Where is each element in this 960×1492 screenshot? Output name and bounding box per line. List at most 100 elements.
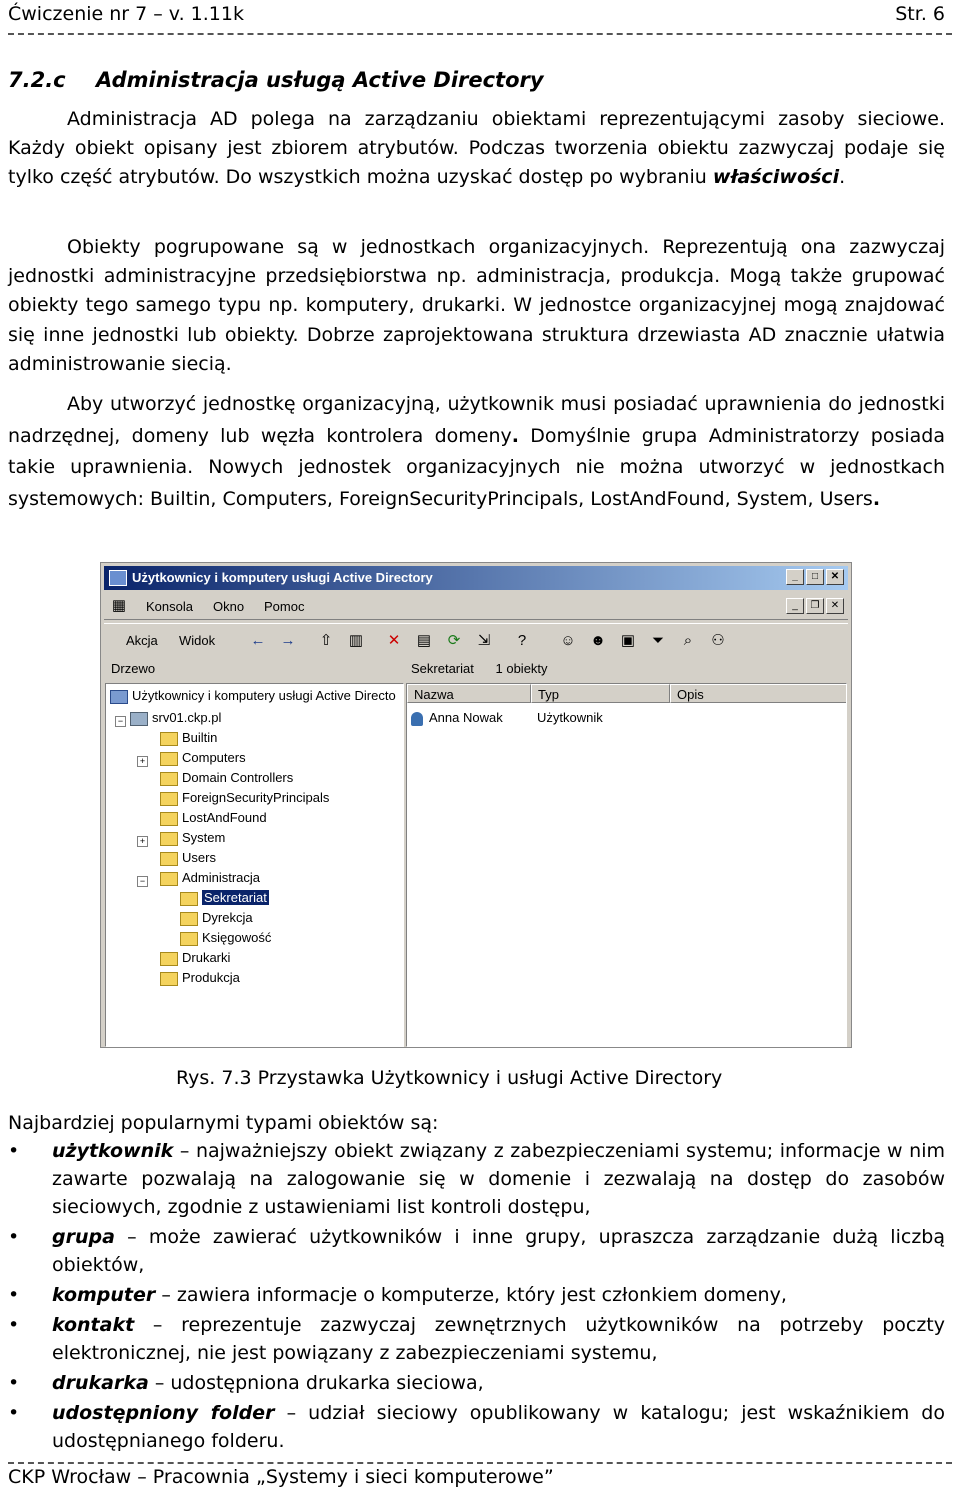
help-icon[interactable]: ? bbox=[513, 632, 531, 650]
add-to-group-icon[interactable]: ⚇ bbox=[709, 632, 727, 650]
ou-folder-icon bbox=[160, 971, 178, 986]
section-title: Administracja usługą Active Directory bbox=[96, 68, 544, 92]
child-minimize-icon[interactable]: _ bbox=[786, 598, 804, 614]
tree-domain[interactable]: srv01.ckp.pl bbox=[130, 710, 221, 728]
details-pane: Nazwa Typ Opis Anna Nowak Użytkownik bbox=[406, 683, 847, 1047]
ou-folder-icon bbox=[180, 891, 198, 906]
new-group-icon[interactable]: ☻ bbox=[589, 632, 607, 650]
expand-icon[interactable]: + bbox=[137, 836, 148, 847]
tree-item[interactable]: Drukarki bbox=[160, 950, 230, 968]
list-item: komputer – zawiera informacje o komputer… bbox=[8, 1281, 945, 1309]
column-header-type[interactable]: Typ bbox=[531, 684, 670, 703]
header-left: Ćwiczenie nr 7 – v. 1.11k bbox=[8, 3, 244, 25]
tree-item[interactable]: Users bbox=[160, 850, 216, 868]
tree-subitem-label: Księgowość bbox=[202, 930, 272, 945]
right-pane-header: Sekretariat 1 obiekty bbox=[411, 661, 548, 683]
collapse-icon[interactable]: − bbox=[137, 876, 148, 887]
menu-pomoc[interactable]: Pomoc bbox=[264, 599, 304, 614]
footer-divider bbox=[8, 1462, 952, 1464]
folder-icon bbox=[160, 791, 178, 806]
row-name: Anna Nowak bbox=[429, 710, 503, 725]
tree-item-label: LostAndFound bbox=[182, 810, 267, 825]
tree-root[interactable]: Użytkownicy i komputery usługi Active Di… bbox=[110, 688, 396, 706]
tree-item[interactable]: System bbox=[160, 830, 225, 848]
paragraph-1-bold: właściwości bbox=[712, 166, 840, 189]
folder-icon bbox=[160, 811, 178, 826]
expand-domain-icon[interactable]: − bbox=[115, 716, 126, 727]
menu-konsola[interactable]: Konsola bbox=[146, 599, 193, 614]
tree-item-label: Administracja bbox=[182, 870, 261, 885]
list-item-desc: – reprezentuje zazwyczaj zewnętrznych uż… bbox=[52, 1314, 945, 1364]
filter-icon[interactable]: ⏷ bbox=[649, 632, 667, 650]
export-icon[interactable]: ⇲ bbox=[475, 632, 493, 650]
right-pane-title: Sekretariat bbox=[411, 661, 474, 676]
tree-item[interactable]: Builtin bbox=[160, 730, 217, 748]
domain-icon bbox=[130, 711, 148, 726]
list-intro: Najbardziej popularnymi typami obiektów … bbox=[8, 1112, 439, 1134]
properties-icon[interactable]: ▤ bbox=[415, 632, 433, 650]
tree-item[interactable]: Administracja bbox=[160, 870, 260, 888]
ou-folder-icon bbox=[180, 911, 198, 926]
tree-tab[interactable]: Drzewo bbox=[111, 661, 155, 683]
tree-item-label: Produkcja bbox=[182, 970, 240, 985]
up-folder-icon[interactable]: ⇧ bbox=[317, 632, 335, 650]
paragraph-3-b-dot: . bbox=[872, 487, 881, 510]
list-item-desc: – najważniejszy obiekt związany z zabezp… bbox=[52, 1140, 945, 1218]
list-item-term: drukarka bbox=[52, 1372, 149, 1394]
folder-icon bbox=[160, 851, 178, 866]
tree-subitem-label: Dyrekcja bbox=[202, 910, 253, 925]
toolbar: Akcja Widok ← → ⇧ ▥ ✕ ▤ ⟳ ⇲ ? ☺ ☻ ▣ ⏷ ⌕ … bbox=[104, 623, 848, 660]
folder-icon bbox=[160, 751, 178, 766]
tree-item-label: Drukarki bbox=[182, 950, 231, 965]
tree-item-label: Users bbox=[182, 850, 216, 865]
list-item-term: komputer bbox=[52, 1284, 156, 1306]
tree-root-label: Użytkownicy i komputery usługi Active Di… bbox=[132, 688, 396, 703]
user-icon bbox=[411, 711, 423, 726]
column-header-name[interactable]: Nazwa bbox=[407, 684, 531, 703]
ou-folder-icon bbox=[160, 951, 178, 966]
new-user-icon[interactable]: ☺ bbox=[559, 632, 577, 650]
forward-icon[interactable]: → bbox=[279, 632, 297, 650]
list-item-desc: – zawiera informacje o komputerze, który… bbox=[155, 1284, 787, 1306]
tree-subitem-selected[interactable]: Sekretariat bbox=[180, 890, 269, 908]
list-item: kontakt – reprezentuje zazwyczaj zewnętr… bbox=[8, 1311, 945, 1367]
delete-icon[interactable]: ✕ bbox=[385, 632, 403, 650]
paragraph-3-a-dot: . bbox=[511, 424, 519, 447]
paragraph-3: Aby utworzyć jednostkę organizacyjną, uż… bbox=[8, 389, 945, 515]
tree-subitem[interactable]: Dyrekcja bbox=[180, 910, 253, 928]
new-ou-icon[interactable]: ▣ bbox=[619, 632, 637, 650]
tree-item[interactable]: Domain Controllers bbox=[160, 770, 293, 788]
back-icon[interactable]: ← bbox=[249, 632, 267, 650]
right-pane-count: 1 obiekty bbox=[495, 661, 548, 676]
ou-folder-icon bbox=[160, 871, 178, 886]
snapin-icon bbox=[110, 689, 128, 704]
page-number: Str. 6 bbox=[895, 3, 945, 25]
tree-subitem[interactable]: Księgowość bbox=[180, 930, 271, 948]
table-row[interactable]: Anna Nowak bbox=[411, 710, 503, 728]
tree-item[interactable]: LostAndFound bbox=[160, 810, 267, 828]
maximize-icon[interactable]: □ bbox=[806, 569, 824, 585]
refresh-icon[interactable]: ⟳ bbox=[445, 632, 463, 650]
tree-item[interactable]: Computers bbox=[160, 750, 246, 768]
list-item-term: kontakt bbox=[52, 1314, 135, 1336]
menu-widok[interactable]: Widok bbox=[179, 633, 215, 648]
tree-item[interactable]: ForeignSecurityPrincipals bbox=[160, 790, 329, 808]
menu-okno[interactable]: Okno bbox=[213, 599, 244, 614]
child-close-icon[interactable]: ✕ bbox=[826, 598, 844, 614]
list-item-desc: – może zawierać użytkowników i inne grup… bbox=[52, 1226, 945, 1276]
window-titlebar[interactable]: Użytkownicy i komputery usługi Active Di… bbox=[104, 566, 848, 590]
show-tree-icon[interactable]: ▥ bbox=[347, 632, 365, 650]
child-restore-icon[interactable]: ❐ bbox=[806, 598, 824, 614]
tree-item-label: ForeignSecurityPrincipals bbox=[182, 790, 330, 805]
menu-akcja[interactable]: Akcja bbox=[126, 633, 158, 648]
ou-folder-icon bbox=[160, 771, 178, 786]
footer: CKP Wrocław – Pracownia „Systemy i sieci… bbox=[8, 1466, 554, 1488]
tree-pane: Użytkownicy i komputery usługi Active Di… bbox=[105, 683, 404, 1047]
minimize-icon[interactable]: _ bbox=[786, 569, 804, 585]
console-icon: ▦ bbox=[111, 597, 127, 614]
expand-icon[interactable]: + bbox=[137, 756, 148, 767]
tree-item[interactable]: Produkcja bbox=[160, 970, 240, 988]
close-icon[interactable]: ✕ bbox=[826, 569, 844, 585]
column-header-desc[interactable]: Opis bbox=[670, 684, 846, 703]
find-icon[interactable]: ⌕ bbox=[679, 632, 697, 650]
